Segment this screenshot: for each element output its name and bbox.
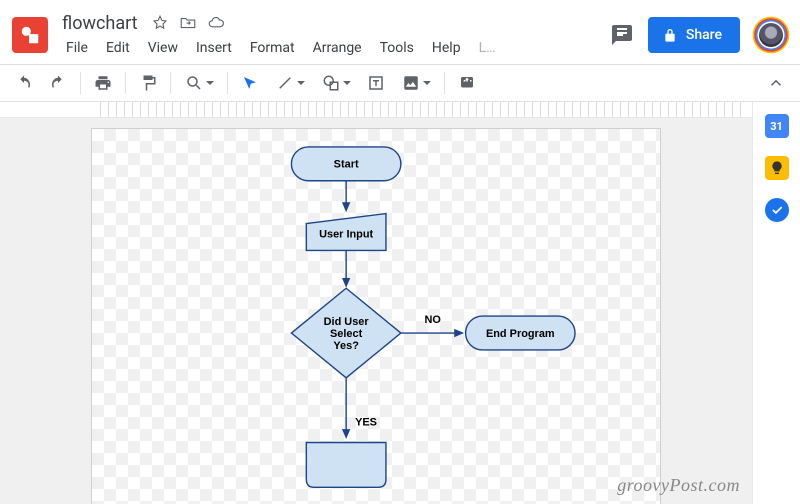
flowchart-decision-line1: Did User: [324, 316, 370, 328]
menu-format[interactable]: Format: [242, 36, 303, 60]
share-label: Share: [686, 27, 722, 43]
undo-button[interactable]: [8, 69, 40, 97]
print-button[interactable]: [87, 69, 119, 97]
workarea: Start User Input Did User Select Yes? NO…: [0, 102, 752, 504]
flowchart-start-label: Start: [334, 159, 359, 171]
flowchart-end-label: End Program: [486, 328, 555, 340]
canvas-background: Start User Input Did User Select Yes? NO…: [0, 118, 752, 504]
watermark-text: groovyPost.com: [617, 475, 740, 496]
drawing-canvas[interactable]: Start User Input Did User Select Yes? NO…: [91, 128, 661, 504]
flowchart-no-label: NO: [425, 314, 442, 326]
star-icon[interactable]: [150, 13, 170, 33]
toolbar: [0, 64, 800, 102]
share-button[interactable]: Share: [648, 17, 740, 53]
flowchart-decision-line2: Select: [330, 328, 363, 340]
separator: [125, 72, 126, 94]
flowchart-decision-line3: Yes?: [333, 340, 359, 352]
drawings-logo[interactable]: [12, 17, 48, 53]
menu-help[interactable]: Help: [424, 36, 469, 60]
line-tool[interactable]: [268, 69, 312, 97]
redo-button[interactable]: [42, 69, 74, 97]
tasks-icon[interactable]: [765, 198, 789, 222]
insert-comment-button[interactable]: [451, 69, 483, 97]
zoom-dropdown[interactable]: [177, 69, 221, 97]
shape-tool[interactable]: [314, 69, 358, 97]
comments-icon[interactable]: [610, 23, 634, 47]
cloud-status-icon[interactable]: [206, 13, 226, 33]
menu-bar: File Edit View Insert Format Arrange Too…: [58, 34, 610, 60]
flowchart-input-label: User Input: [319, 228, 373, 240]
ruler: [0, 102, 752, 118]
collapse-toolbar-button[interactable]: [760, 69, 792, 97]
select-tool[interactable]: [234, 69, 266, 97]
menu-view[interactable]: View: [140, 36, 186, 60]
side-panel: 31: [752, 102, 800, 504]
account-avatar[interactable]: [757, 21, 784, 48]
separator: [80, 72, 81, 94]
keep-icon[interactable]: [765, 156, 789, 180]
menu-arrange[interactable]: Arrange: [305, 36, 370, 60]
menu-file[interactable]: File: [58, 36, 96, 60]
flowchart-process-node[interactable]: [306, 443, 386, 488]
calendar-icon[interactable]: 31: [765, 114, 789, 138]
image-tool[interactable]: [394, 69, 438, 97]
menu-insert[interactable]: Insert: [188, 36, 240, 60]
separator: [444, 72, 445, 94]
menu-more[interactable]: L…: [471, 36, 504, 60]
menu-edit[interactable]: Edit: [98, 36, 138, 60]
textbox-tool[interactable]: [360, 69, 392, 97]
folder-move-icon[interactable]: [178, 13, 198, 33]
header: flowchart File Edit View Insert Format A…: [0, 0, 800, 64]
separator: [227, 72, 228, 94]
separator: [170, 72, 171, 94]
document-title[interactable]: flowchart: [58, 13, 142, 34]
flowchart-yes-label: YES: [355, 417, 377, 429]
menu-tools[interactable]: Tools: [372, 36, 422, 60]
paint-format-button[interactable]: [132, 69, 164, 97]
lock-icon: [662, 27, 678, 43]
